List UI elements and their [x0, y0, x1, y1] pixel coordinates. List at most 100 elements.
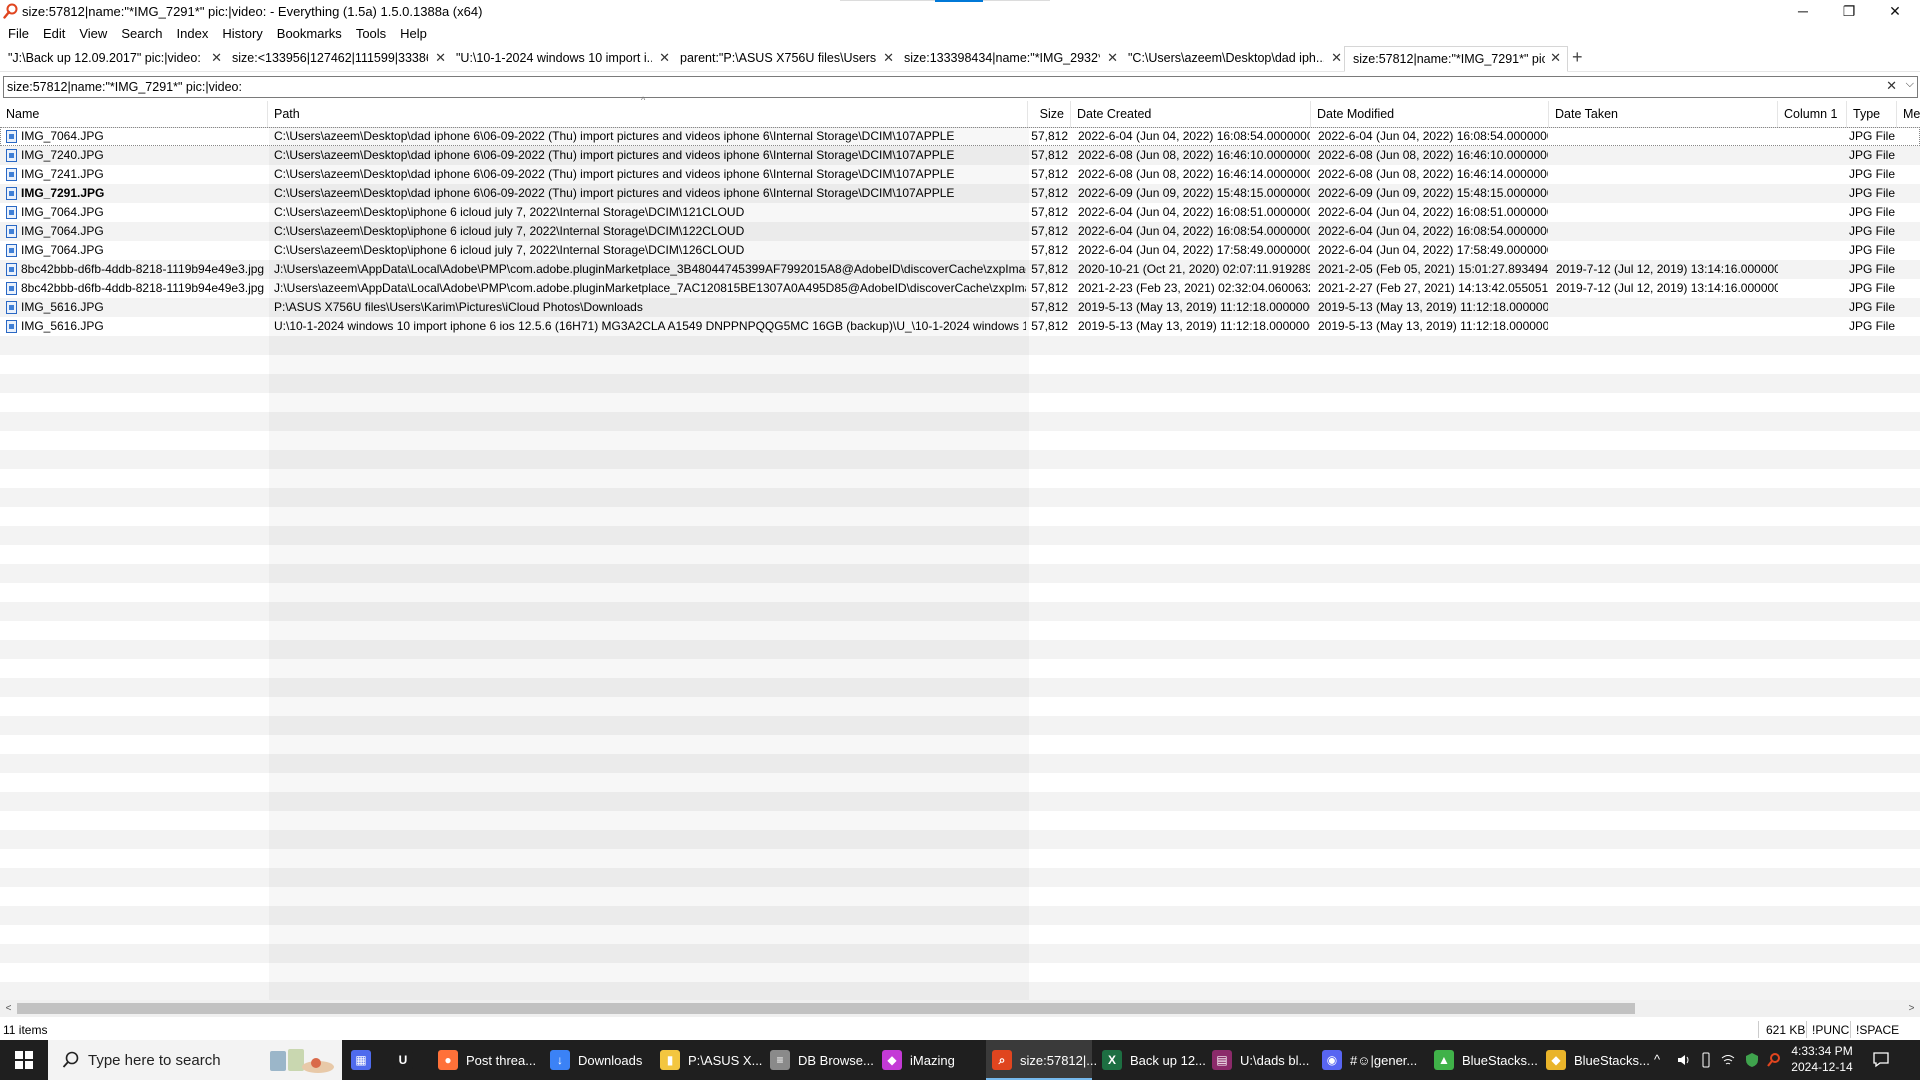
table-row[interactable]: IMG_7064.JPG C:\Users\azeem\Desktop\iphon… [0, 222, 1920, 241]
column-column-1[interactable]: Column 1 [1778, 101, 1847, 127]
cell-created: 2022-6-04 (Jun 04, 2022) 16:08:54.000000… [1078, 224, 1310, 238]
menu-search[interactable]: Search [114, 26, 169, 41]
menu-help[interactable]: Help [393, 26, 434, 41]
taskbar-app-button[interactable]: ↓ Downloads [544, 1040, 644, 1080]
table-row[interactable]: IMG_7291.JPG C:\Users\azeem\Desktop\dad i… [0, 184, 1920, 203]
tab-close-icon[interactable]: ✕ [1107, 50, 1118, 66]
cell-path: P:\ASUS X756U files\Users\Karim\Pictures… [274, 300, 643, 314]
search-input[interactable] [7, 78, 1877, 95]
cell-modified: 2022-6-08 (Jun 08, 2022) 16:46:10.000000… [1318, 148, 1548, 162]
taskbar-app-button[interactable]: X Back up 12... [1096, 1040, 1206, 1080]
tab-label: size:57812|name:"*IMG_7291*" pic:... [1353, 52, 1545, 66]
punc-indicator[interactable]: !PUNC [1812, 1023, 1849, 1037]
menu-file[interactable]: File [0, 26, 36, 41]
column-name[interactable]: Name [0, 101, 268, 127]
taskbar-app-button[interactable]: ◉ #☺|gener... [1316, 1040, 1424, 1080]
taskbar-app-button[interactable]: ◆ iMazing [876, 1040, 976, 1080]
scroll-thumb[interactable] [17, 1003, 1635, 1014]
tab-7-active[interactable]: size:57812|name:"*IMG_7291*" pic:... ✕ [1344, 46, 1568, 72]
space-indicator[interactable]: !SPACE [1856, 1023, 1899, 1037]
clear-search-icon[interactable]: ✕ [1886, 78, 1897, 94]
taskbar-app-button[interactable]: ▲ BlueStacks... [1428, 1040, 1538, 1080]
notification-icon[interactable] [1872, 1050, 1890, 1068]
taskbar-app-button[interactable]: U [388, 1040, 418, 1080]
taskbar-app-button[interactable]: ▤ U:\dads bl... [1206, 1040, 1312, 1080]
cell-name: IMG_7064.JPG [21, 129, 104, 143]
tab-3[interactable]: "U:\10-1-2024 windows 10 import i... ✕ [448, 47, 676, 69]
taskbar-clock[interactable]: 4:33:34 PM 2024-12-14 [1786, 1043, 1858, 1075]
image-file-icon [6, 149, 17, 162]
column-path[interactable]: Path [268, 101, 1028, 127]
taskbar-app-button[interactable]: ▮ P:\ASUS X... [654, 1040, 762, 1080]
table-row[interactable]: IMG_5616.JPG U:\10-1-2024 windows 10 impo… [0, 317, 1920, 336]
tab-2[interactable]: size:<133956|127462|111599|333865... ✕ [224, 47, 452, 69]
table-row[interactable]: 8bc42bbb-d6fb-4ddb-8218-1119b94e49e3.jpg… [0, 260, 1920, 279]
table-row[interactable]: IMG_7241.JPG C:\Users\azeem\Desktop\dad i… [0, 165, 1920, 184]
status-separator [1758, 1021, 1759, 1038]
column-type[interactable]: Type [1847, 101, 1897, 127]
menu-edit[interactable]: Edit [36, 26, 72, 41]
column-date-taken[interactable]: Date Taken [1549, 101, 1778, 127]
tab-close-icon[interactable]: ✕ [883, 50, 894, 66]
table-row[interactable]: 8bc42bbb-d6fb-4ddb-8218-1119b94e49e3.jpg… [0, 279, 1920, 298]
search-history-dropdown-icon[interactable]: ⌵ [1906, 78, 1914, 91]
cell-taken: 2019-7-12 (Jul 12, 2019) 13:14:16.000000… [1556, 281, 1778, 295]
tray-overflow-icon[interactable]: ^ [1654, 1052, 1660, 1067]
tab-close-icon[interactable]: ✕ [435, 50, 446, 66]
tab-label: size:133398434|name:"*IMG_2932*"... [904, 51, 1100, 65]
tab-6[interactable]: "C:\Users\azeem\Desktop\dad iph... ✕ [1120, 47, 1348, 69]
security-shield-icon[interactable] [1744, 1052, 1760, 1068]
column-media[interactable]: Med [1897, 101, 1920, 127]
horizontal-scrollbar[interactable]: < > [0, 1000, 1920, 1017]
menu-view[interactable]: View [72, 26, 114, 41]
tab-4[interactable]: parent:"P:\ASUS X756U files\Users\... ✕ [672, 47, 900, 69]
scroll-right-icon[interactable]: > [1903, 1000, 1920, 1017]
taskbar-app-button[interactable]: ◆ BlueStacks... [1540, 1040, 1650, 1080]
tab-close-icon[interactable]: ✕ [211, 50, 222, 66]
everything-app-icon [3, 3, 18, 19]
image-file-icon [6, 320, 17, 333]
table-row[interactable]: IMG_7064.JPG C:\Users\azeem\Desktop\iphon… [0, 241, 1920, 260]
search-box: ✕ ⌵ [3, 76, 1918, 98]
menu-history[interactable]: History [215, 26, 269, 41]
table-row[interactable]: IMG_7064.JPG C:\Users\azeem\Desktop\dad i… [0, 127, 1920, 146]
tab-5[interactable]: size:133398434|name:"*IMG_2932*"... ✕ [896, 47, 1124, 69]
wifi-icon[interactable] [1720, 1052, 1736, 1068]
column-date-created[interactable]: Date Created [1071, 101, 1311, 127]
menu-index[interactable]: Index [170, 26, 216, 41]
menu-bookmarks[interactable]: Bookmarks [270, 26, 349, 41]
menu-tools[interactable]: Tools [349, 26, 393, 41]
cell-type: JPG File [1849, 167, 1896, 181]
cell-path: J:\Users\azeem\AppData\Local\Adobe\PMP\c… [274, 281, 1026, 295]
excel-icon: X [1102, 1050, 1122, 1070]
table-row[interactable]: IMG_7064.JPG C:\Users\azeem\Desktop\iphon… [0, 203, 1920, 222]
table-row[interactable]: IMG_7240.JPG C:\Users\azeem\Desktop\dad i… [0, 146, 1920, 165]
tab-close-icon[interactable]: ✕ [1550, 50, 1561, 66]
start-button[interactable] [0, 1040, 48, 1080]
scroll-left-icon[interactable]: < [0, 1000, 17, 1017]
tab-close-icon[interactable]: ✕ [1331, 50, 1342, 66]
restore-button[interactable]: ❐ [1826, 0, 1872, 22]
table-row[interactable]: IMG_5616.JPG P:\ASUS X756U files\Users\Ka… [0, 298, 1920, 317]
taskbar-app-button[interactable]: ≡ DB Browse... [764, 1040, 874, 1080]
taskbar-search-box[interactable]: Type here to search [48, 1040, 342, 1080]
results-list[interactable]: Name Path Size Date Created Date Modifie… [0, 101, 1920, 1001]
column-date-modified[interactable]: Date Modified [1311, 101, 1549, 127]
window-title: size:57812|name:"*IMG_7291*" pic:|video:… [22, 4, 483, 19]
new-tab-button[interactable]: + [1572, 48, 1583, 66]
cell-type: JPG File [1849, 129, 1896, 143]
close-button[interactable]: ✕ [1872, 0, 1918, 22]
taskbar-app-button[interactable]: ● Post threa... [432, 1040, 536, 1080]
taskbar-app-button[interactable]: ▦ [346, 1040, 376, 1080]
usb-icon[interactable] [1700, 1052, 1712, 1068]
tab-1[interactable]: "J:\Back up 12.09.2017" pic:|video: ... … [0, 47, 228, 69]
cell-name: IMG_7291.JPG [21, 186, 105, 200]
tab-close-icon[interactable]: ✕ [659, 50, 670, 66]
minimize-button[interactable]: ─ [1780, 0, 1826, 22]
taskbar-app-button[interactable]: ⌕ size:57812|... [986, 1040, 1097, 1080]
column-size[interactable]: Size [1028, 101, 1071, 127]
cell-size: 57,812 [1031, 186, 1068, 200]
search-highlight-icon [270, 1049, 334, 1073]
everything-tray-icon[interactable] [1766, 1052, 1782, 1068]
volume-icon[interactable] [1676, 1052, 1692, 1068]
